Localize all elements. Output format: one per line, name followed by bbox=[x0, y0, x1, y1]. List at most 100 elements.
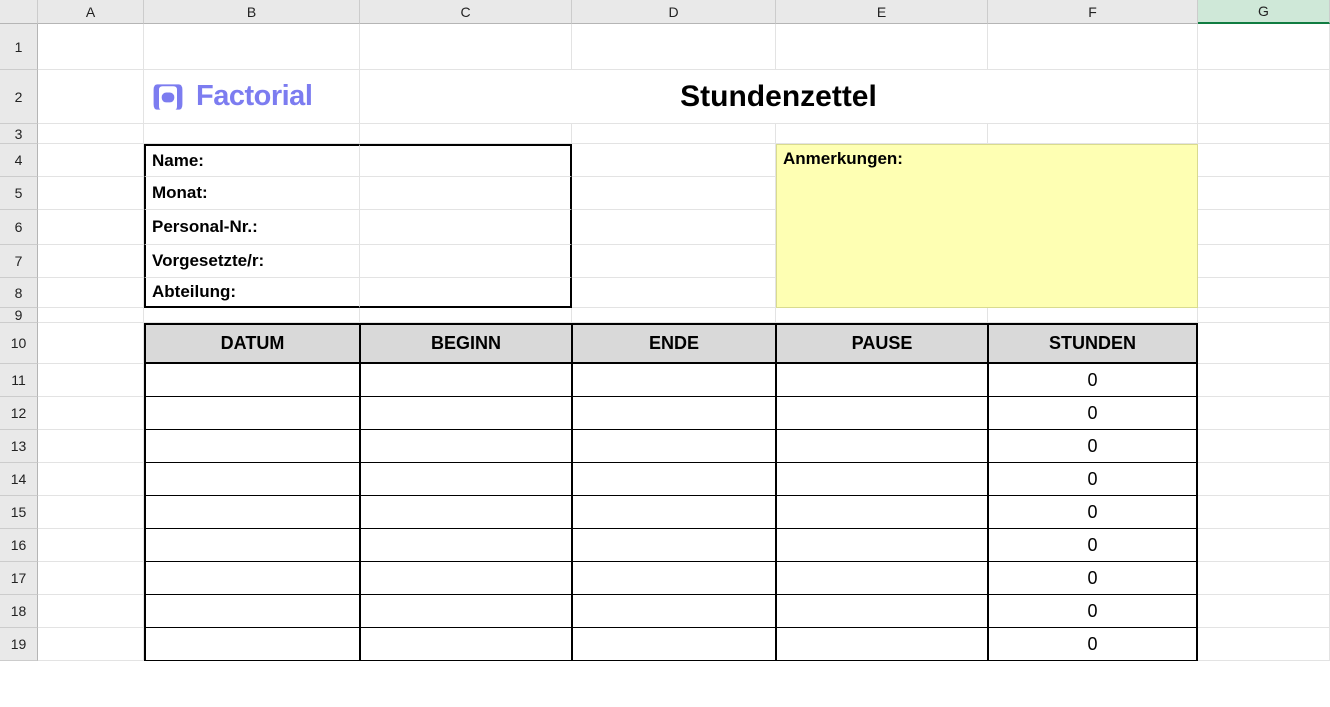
table-cell-begin[interactable] bbox=[360, 364, 572, 397]
table-cell-hours[interactable]: 0 bbox=[988, 529, 1198, 562]
cell[interactable] bbox=[1198, 397, 1330, 430]
column-header-D[interactable]: D bbox=[572, 0, 776, 24]
table-cell-date[interactable] bbox=[144, 562, 360, 595]
column-header-C[interactable]: C bbox=[360, 0, 572, 24]
cell[interactable] bbox=[1198, 595, 1330, 628]
table-cell-begin[interactable] bbox=[360, 595, 572, 628]
cell[interactable] bbox=[572, 24, 776, 70]
table-cell-hours[interactable]: 0 bbox=[988, 628, 1198, 661]
cell[interactable] bbox=[1198, 529, 1330, 562]
cell[interactable] bbox=[38, 496, 144, 529]
cell[interactable] bbox=[1198, 210, 1330, 245]
table-cell-begin[interactable] bbox=[360, 463, 572, 496]
cell[interactable] bbox=[38, 177, 144, 210]
row-header-12[interactable]: 12 bbox=[0, 397, 38, 430]
row-header-1[interactable]: 1 bbox=[0, 24, 38, 70]
table-header-pause[interactable]: PAUSE bbox=[776, 323, 988, 364]
cell[interactable] bbox=[38, 463, 144, 496]
cell[interactable] bbox=[776, 308, 988, 323]
cell[interactable] bbox=[1198, 628, 1330, 661]
info-value-name[interactable] bbox=[360, 144, 572, 177]
row-header-4[interactable]: 4 bbox=[0, 144, 38, 177]
cell[interactable] bbox=[144, 308, 360, 323]
table-cell-begin[interactable] bbox=[360, 496, 572, 529]
table-cell-pause[interactable] bbox=[776, 430, 988, 463]
row-header-3[interactable]: 3 bbox=[0, 124, 38, 144]
row-header-19[interactable]: 19 bbox=[0, 628, 38, 661]
table-cell-date[interactable] bbox=[144, 463, 360, 496]
table-header-end[interactable]: ENDE bbox=[572, 323, 776, 364]
cell[interactable] bbox=[144, 124, 360, 144]
cell[interactable] bbox=[776, 124, 988, 144]
cell[interactable] bbox=[1198, 70, 1330, 124]
table-cell-pause[interactable] bbox=[776, 397, 988, 430]
row-header-14[interactable]: 14 bbox=[0, 463, 38, 496]
cell[interactable] bbox=[38, 245, 144, 278]
table-cell-hours[interactable]: 0 bbox=[988, 430, 1198, 463]
table-cell-end[interactable] bbox=[572, 562, 776, 595]
table-cell-hours[interactable]: 0 bbox=[988, 595, 1198, 628]
cell[interactable] bbox=[38, 397, 144, 430]
table-cell-begin[interactable] bbox=[360, 397, 572, 430]
cell[interactable] bbox=[38, 595, 144, 628]
table-cell-date[interactable] bbox=[144, 430, 360, 463]
cell[interactable] bbox=[988, 308, 1198, 323]
cell[interactable] bbox=[572, 308, 776, 323]
select-all-corner[interactable] bbox=[0, 0, 38, 24]
cell[interactable] bbox=[1198, 496, 1330, 529]
table-cell-begin[interactable] bbox=[360, 628, 572, 661]
cell[interactable] bbox=[572, 124, 776, 144]
cell[interactable] bbox=[38, 124, 144, 144]
table-header-date[interactable]: DATUM bbox=[144, 323, 360, 364]
cell[interactable] bbox=[1198, 562, 1330, 595]
cell[interactable] bbox=[144, 24, 360, 70]
table-cell-begin[interactable] bbox=[360, 529, 572, 562]
table-header-hours[interactable]: STUNDEN bbox=[988, 323, 1198, 364]
cell[interactable] bbox=[38, 24, 144, 70]
cell[interactable] bbox=[38, 562, 144, 595]
table-cell-end[interactable] bbox=[572, 628, 776, 661]
info-value-month[interactable] bbox=[360, 177, 572, 210]
table-cell-pause[interactable] bbox=[776, 364, 988, 397]
table-cell-hours[interactable]: 0 bbox=[988, 496, 1198, 529]
column-header-F[interactable]: F bbox=[988, 0, 1198, 24]
table-cell-begin[interactable] bbox=[360, 430, 572, 463]
cell[interactable] bbox=[1198, 144, 1330, 177]
cell[interactable] bbox=[1198, 177, 1330, 210]
cell[interactable] bbox=[38, 364, 144, 397]
info-value-supervisor[interactable] bbox=[360, 245, 572, 278]
column-header-B[interactable]: B bbox=[144, 0, 360, 24]
table-cell-end[interactable] bbox=[572, 463, 776, 496]
cell[interactable] bbox=[572, 245, 776, 278]
cell[interactable] bbox=[1198, 24, 1330, 70]
cell[interactable] bbox=[1198, 308, 1330, 323]
cell[interactable] bbox=[360, 308, 572, 323]
table-cell-date[interactable] bbox=[144, 529, 360, 562]
table-cell-end[interactable] bbox=[572, 529, 776, 562]
row-header-18[interactable]: 18 bbox=[0, 595, 38, 628]
table-cell-hours[interactable]: 0 bbox=[988, 463, 1198, 496]
cell[interactable] bbox=[38, 529, 144, 562]
cell[interactable] bbox=[360, 24, 572, 70]
table-cell-hours[interactable]: 0 bbox=[988, 562, 1198, 595]
cell[interactable] bbox=[1198, 430, 1330, 463]
cell[interactable] bbox=[988, 124, 1198, 144]
cell[interactable] bbox=[1198, 245, 1330, 278]
row-header-10[interactable]: 10 bbox=[0, 323, 38, 364]
table-cell-pause[interactable] bbox=[776, 529, 988, 562]
cell[interactable] bbox=[38, 430, 144, 463]
table-cell-end[interactable] bbox=[572, 430, 776, 463]
cell[interactable] bbox=[38, 70, 144, 124]
row-header-16[interactable]: 16 bbox=[0, 529, 38, 562]
row-header-15[interactable]: 15 bbox=[0, 496, 38, 529]
table-cell-pause[interactable] bbox=[776, 562, 988, 595]
table-cell-end[interactable] bbox=[572, 397, 776, 430]
cell[interactable] bbox=[38, 210, 144, 245]
cell[interactable] bbox=[38, 308, 144, 323]
row-header-2[interactable]: 2 bbox=[0, 70, 38, 124]
row-header-11[interactable]: 11 bbox=[0, 364, 38, 397]
table-cell-date[interactable] bbox=[144, 496, 360, 529]
info-value-personal[interactable] bbox=[360, 210, 572, 245]
table-header-begin[interactable]: BEGINN bbox=[360, 323, 572, 364]
table-cell-date[interactable] bbox=[144, 595, 360, 628]
